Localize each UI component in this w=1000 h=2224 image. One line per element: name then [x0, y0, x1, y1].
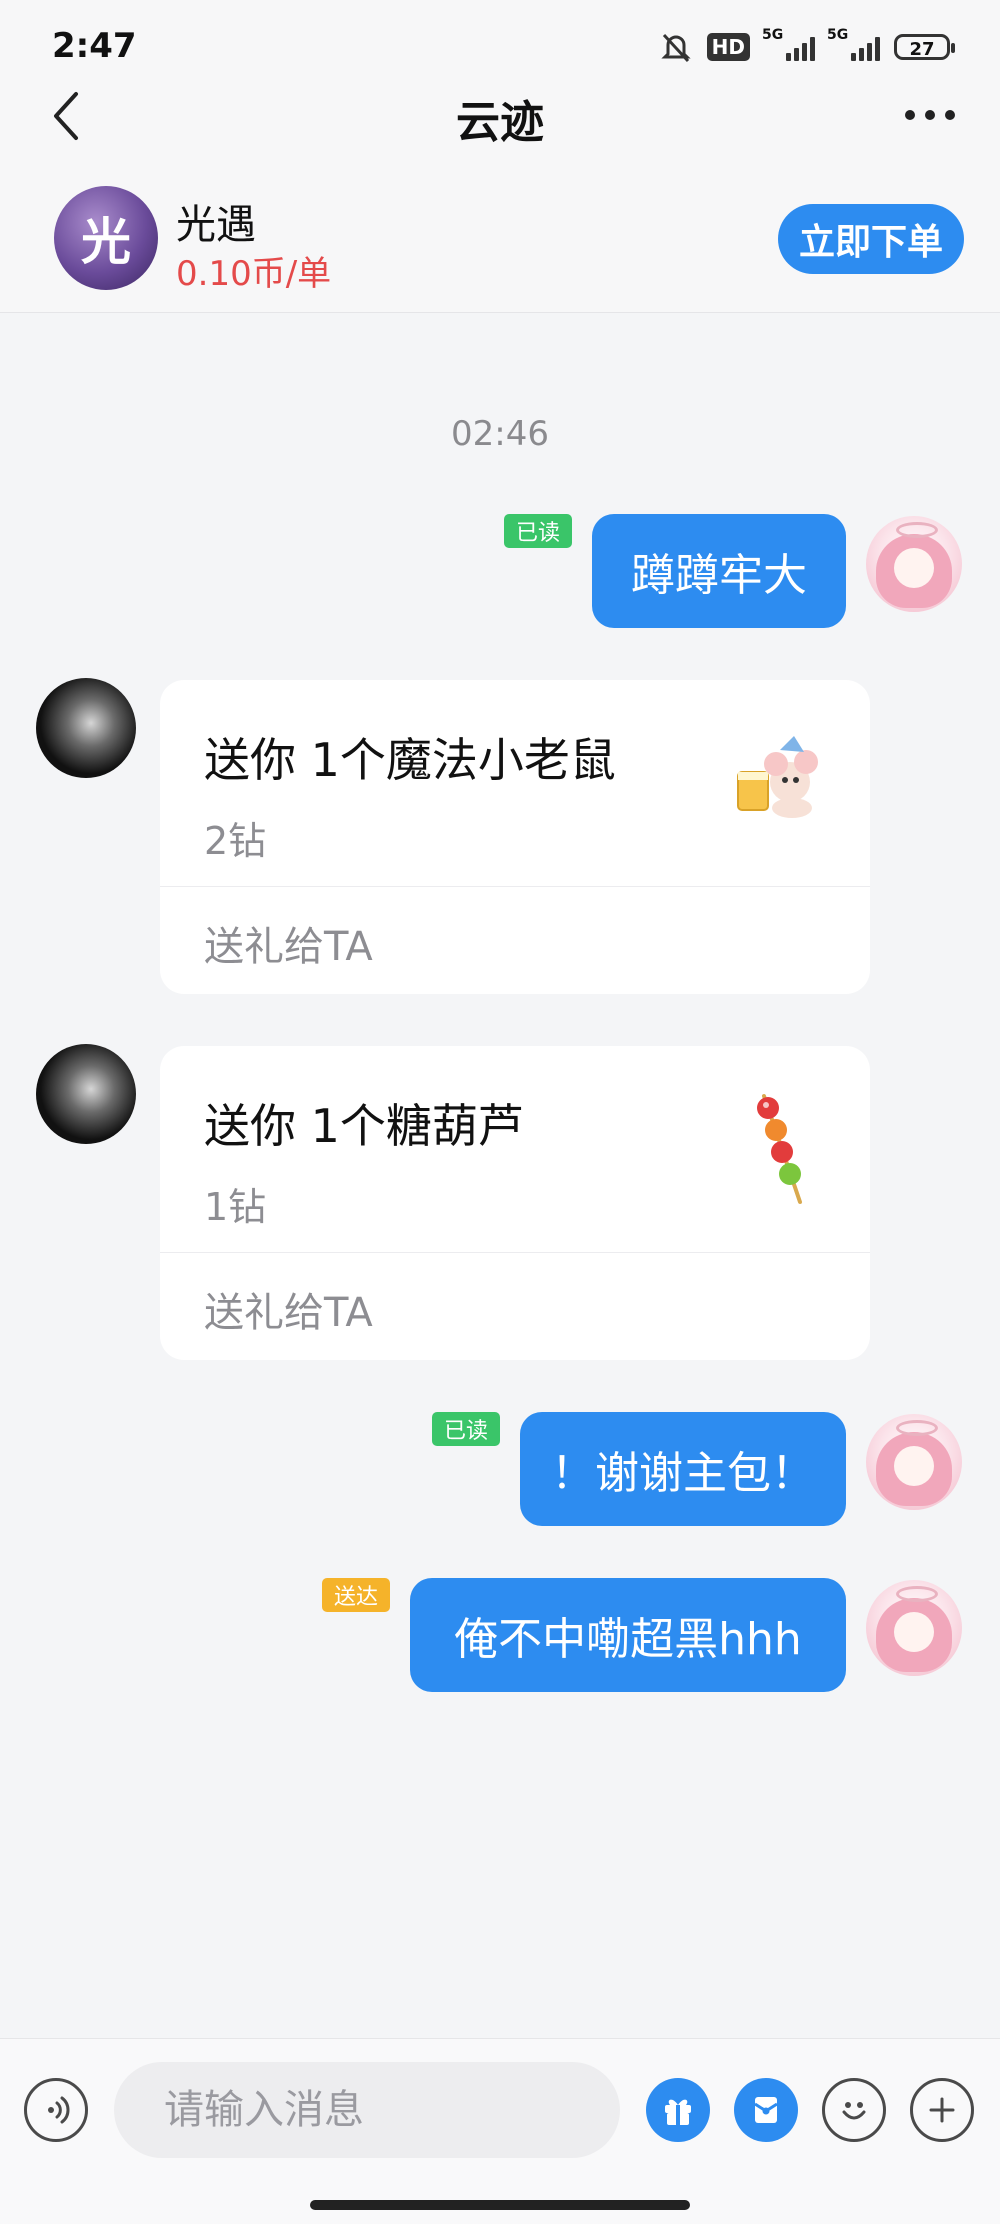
mute-bell-icon	[661, 33, 691, 63]
gift-icon	[665, 2099, 691, 2125]
message-bubble[interactable]: 俺不中嘞超黑hhh	[410, 1578, 846, 1692]
contact-avatar[interactable]	[36, 678, 136, 778]
gift-title: 送你 1个魔法小老鼠	[204, 733, 616, 787]
game-name: 光遇	[176, 202, 256, 248]
game-logo-text: 光	[81, 213, 131, 271]
my-avatar[interactable]	[866, 516, 962, 612]
red-packet-button[interactable]	[734, 2078, 798, 2142]
more-button[interactable]	[900, 100, 960, 130]
delivered-badge: 送达	[322, 1578, 390, 1612]
more-dot-icon	[905, 110, 915, 120]
home-indicator	[310, 2200, 690, 2210]
contact-avatar[interactable]	[36, 1044, 136, 1144]
read-badge: 已读	[504, 514, 572, 548]
read-badge: 已读	[432, 1412, 500, 1446]
emoji-icon	[842, 2102, 866, 2120]
game-price: 0.10币/单	[176, 254, 332, 294]
gift-price: 1钻	[204, 1185, 267, 1229]
gift-divider	[160, 1252, 870, 1253]
gift-price: 2钻	[204, 819, 267, 863]
chat-timestamp: 02:46	[451, 414, 549, 454]
more-dot-icon	[945, 110, 955, 120]
send-gift-link[interactable]: 送礼给TA	[204, 1280, 373, 1338]
gift-divider	[160, 886, 870, 887]
status-icons: HD 5G 5G 27	[659, 27, 955, 64]
battery-icon: 27	[894, 34, 955, 60]
page-title: 云迹	[456, 97, 544, 148]
more-dot-icon	[925, 110, 935, 120]
message-bubble[interactable]: 蹲蹲牢大	[592, 514, 846, 628]
gift-card: 送你 1个魔法小老鼠 2钻 送礼给TA	[160, 680, 870, 994]
voice-button[interactable]	[24, 2078, 88, 2142]
voice-icon	[48, 2096, 70, 2124]
magic-mouse-icon	[737, 736, 818, 818]
game-logo[interactable]: 光	[54, 186, 158, 290]
status-time: 2:47	[52, 26, 137, 66]
gift-button[interactable]	[646, 2078, 710, 2142]
add-button[interactable]	[910, 2078, 974, 2142]
gift-title: 送你 1个糖葫芦	[204, 1099, 524, 1153]
signal-icon-2: 5G	[827, 27, 880, 61]
hd-badge: HD	[706, 33, 750, 61]
order-now-button[interactable]: 立即下单	[778, 204, 964, 274]
red-packet-icon	[754, 2097, 778, 2123]
plus-icon	[929, 2097, 955, 2123]
gift-card: 送你 1个糖葫芦 1钻 送礼给TA	[160, 1046, 870, 1360]
candied-haws-icon	[757, 1094, 802, 1204]
my-avatar[interactable]	[866, 1580, 962, 1676]
message-bubble[interactable]: ！谢谢主包！	[520, 1412, 846, 1526]
message-input[interactable]	[114, 2062, 620, 2158]
signal-icon: 5G	[762, 27, 815, 61]
emoji-button[interactable]	[822, 2078, 886, 2142]
send-gift-link[interactable]: 送礼给TA	[204, 914, 373, 972]
my-avatar[interactable]	[866, 1414, 962, 1510]
